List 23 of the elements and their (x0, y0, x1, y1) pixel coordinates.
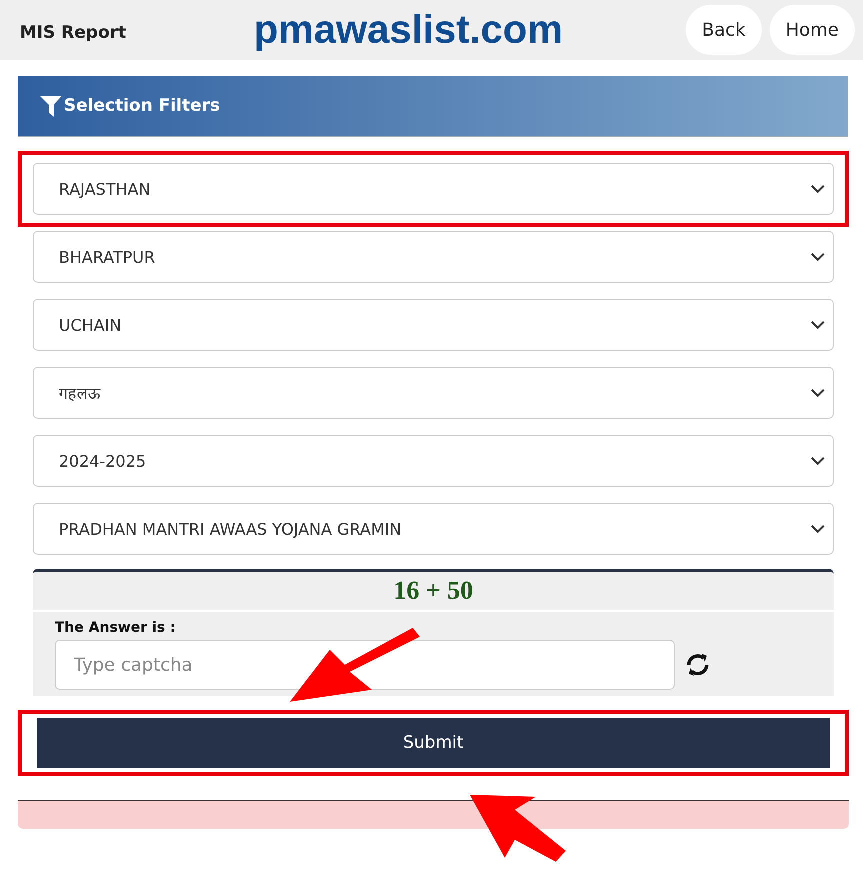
page-title: MIS Report (20, 23, 128, 43)
submit-button[interactable]: Submit (37, 718, 830, 768)
chevron-down-icon (811, 320, 825, 330)
filter-icon (40, 95, 62, 117)
chevron-down-icon (811, 184, 825, 194)
dropdown-select[interactable]: RAJASTHAN (33, 163, 834, 215)
answer-label: The Answer is : (55, 620, 177, 636)
dropdown-select[interactable]: BHARATPUR (33, 231, 834, 283)
captcha-question: 16 + 50 (394, 575, 474, 607)
dropdown-select[interactable]: 2024-2025 (33, 435, 834, 487)
captcha-input[interactable]: Type captcha (55, 640, 675, 690)
panel-title: Selection Filters (64, 96, 220, 116)
chevron-down-icon (811, 252, 825, 262)
chevron-down-icon (811, 456, 825, 466)
chevron-down-icon (811, 524, 825, 534)
nav-button[interactable]: Back (686, 5, 762, 55)
dropdown-select[interactable]: UCHAIN (33, 299, 834, 351)
refresh-icon[interactable] (685, 652, 711, 678)
nav-button[interactable]: Home (770, 5, 855, 55)
site-logo: pmawaslist.com (254, 8, 564, 52)
dropdown-select[interactable]: गहलऊ (33, 367, 834, 419)
chevron-down-icon (811, 388, 825, 398)
dropdown-select[interactable]: PRADHAN MANTRI AWAAS YOJANA GRAMIN (33, 503, 834, 555)
